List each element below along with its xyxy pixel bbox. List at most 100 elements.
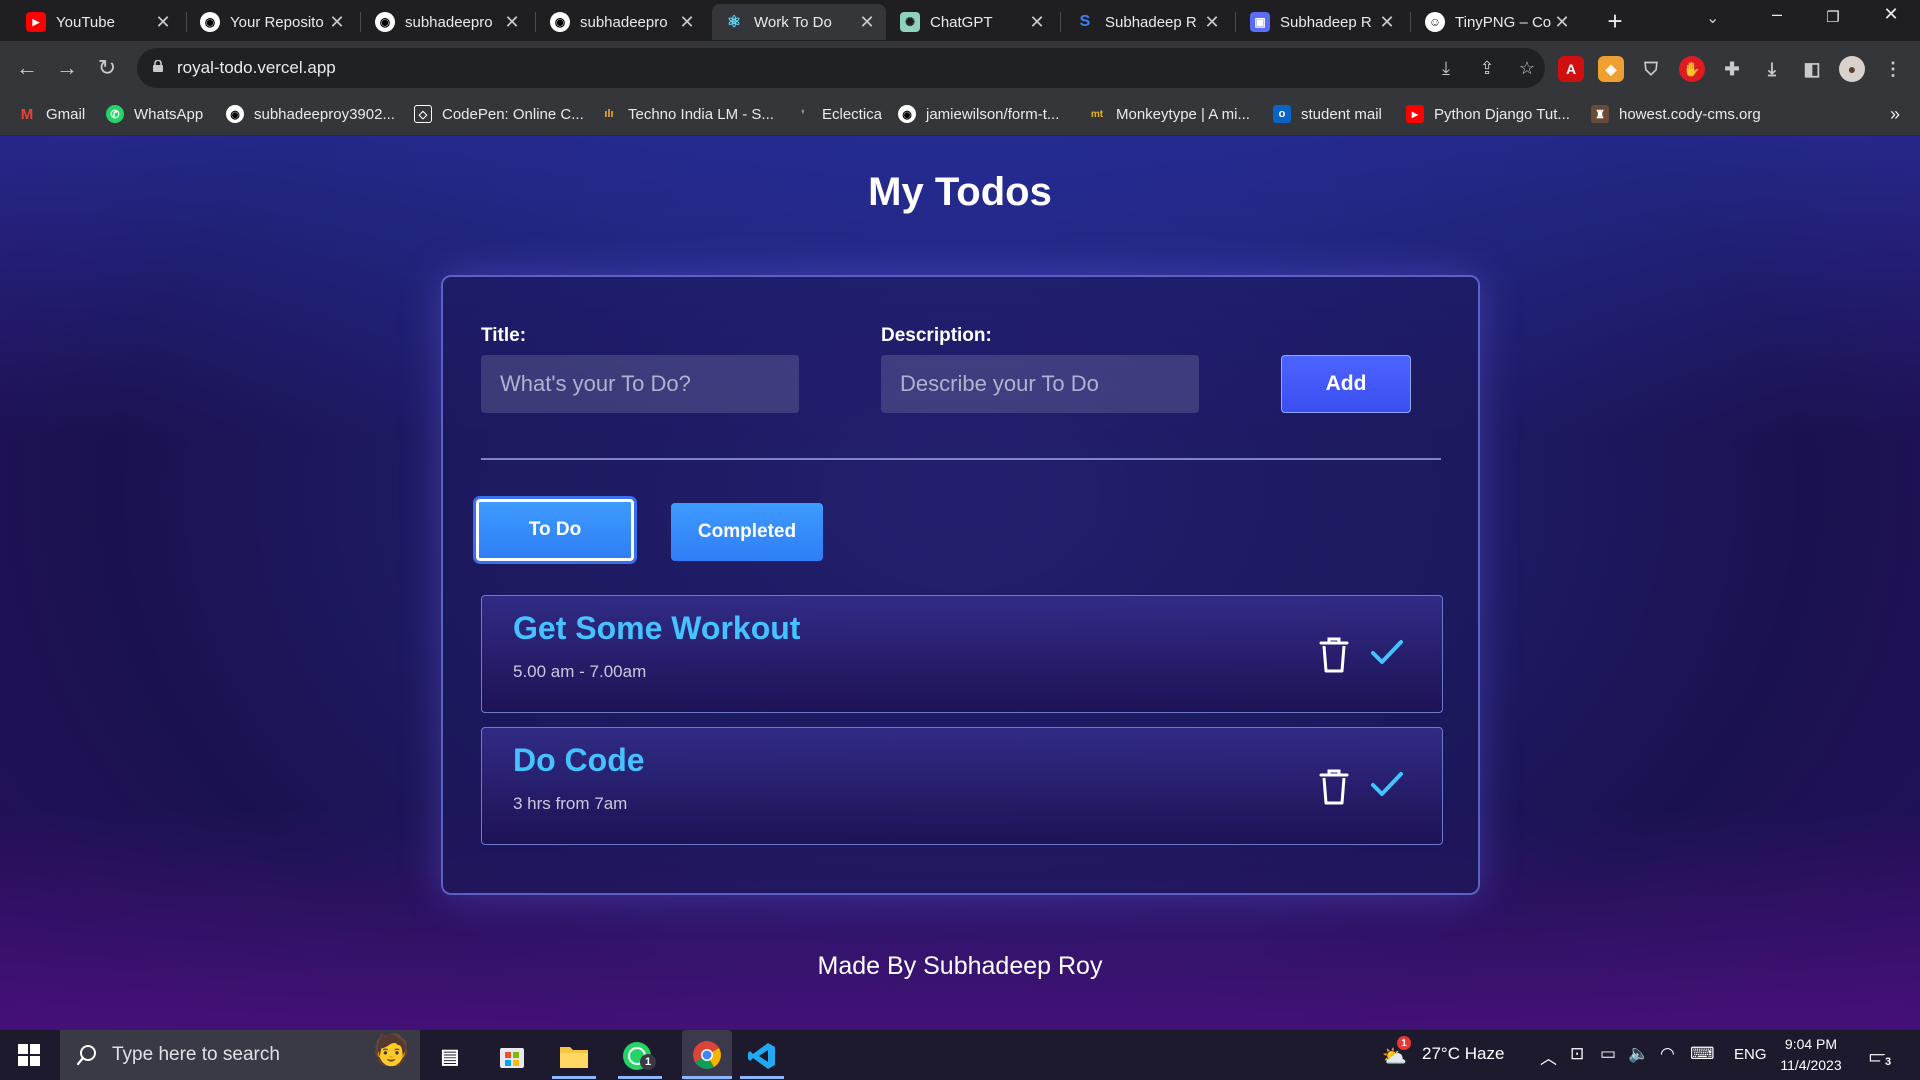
task-view-icon[interactable]: ▤ xyxy=(432,1038,468,1074)
bookmark-star-icon[interactable]: ☆ xyxy=(1515,58,1539,79)
url-text[interactable]: royal-todo.vercel.app xyxy=(177,58,336,78)
tab-title: Subhadeep R xyxy=(1280,13,1372,31)
clock-time: 9:04 PM xyxy=(1784,1036,1838,1052)
description-label: Description: xyxy=(881,325,992,346)
close-tab-icon[interactable]: ✕ xyxy=(678,12,696,33)
back-icon[interactable]: ← xyxy=(12,53,42,83)
bookmark-monkeytype[interactable]: mt Monkeytype | A mi... xyxy=(1088,105,1250,123)
bookmark-label: Python Django Tut... xyxy=(1434,105,1570,123)
windows-start-icon[interactable] xyxy=(18,1044,40,1066)
tab-title: YouTube xyxy=(56,13,115,31)
bookmark-eclectica[interactable]: ❜ Eclectica xyxy=(794,105,882,123)
youtube-icon: ▶ xyxy=(1406,105,1424,123)
network-icon[interactable]: ⊡ xyxy=(1570,1044,1584,1064)
tab-title: Work To Do xyxy=(754,13,832,31)
adblock-icon[interactable]: ✋ xyxy=(1679,56,1705,82)
tab-separator xyxy=(1060,12,1061,32)
close-tab-icon[interactable]: ✕ xyxy=(503,12,521,33)
bookmark-techno-india[interactable]: ılı Techno India LM - S... xyxy=(600,105,774,123)
close-tab-icon[interactable]: ✕ xyxy=(1378,12,1396,33)
forward-icon[interactable]: → xyxy=(52,53,82,83)
minimize-icon[interactable]: – xyxy=(1752,4,1802,25)
bookmark-howest-cody[interactable]: ♜ howest.cody-cms.org xyxy=(1591,105,1761,123)
adobe-acrobat-icon[interactable]: A xyxy=(1558,56,1584,82)
add-button[interactable]: Add xyxy=(1281,355,1411,413)
shield-icon[interactable]: ⛉ xyxy=(1638,56,1664,82)
close-tab-icon[interactable]: ✕ xyxy=(154,12,172,33)
window-close-icon[interactable]: ✕ xyxy=(1866,4,1916,25)
bookmark-label: CodePen: Online C... xyxy=(442,105,584,123)
extension-orange-icon[interactable]: ◈ xyxy=(1598,56,1624,82)
todo-description: 3 hrs from 7am xyxy=(513,794,628,813)
browser-tab-github-profile-2[interactable]: ◉ subhadeepro ✕ xyxy=(538,4,706,40)
taskbar-search-box[interactable]: Type here to search 🧑 xyxy=(60,1030,420,1080)
microsoft-store-icon[interactable] xyxy=(494,1038,530,1074)
profile-avatar[interactable]: ● xyxy=(1839,56,1865,82)
bookmark-whatsapp[interactable]: ✆ WhatsApp xyxy=(106,105,203,123)
close-tab-icon[interactable]: ✕ xyxy=(328,12,346,33)
keyboard-icon[interactable]: ⌨ xyxy=(1690,1044,1715,1064)
address-bar[interactable]: royal-todo.vercel.app ⤓ ⇪ ☆ xyxy=(137,48,1545,88)
close-tab-icon[interactable]: ✕ xyxy=(1028,12,1046,33)
check-icon[interactable] xyxy=(1370,770,1404,798)
browser-tab-tinypng[interactable]: ☺ TinyPNG – Co ✕ xyxy=(1413,4,1581,40)
close-tab-icon[interactable]: ✕ xyxy=(1553,12,1571,33)
lock-icon[interactable] xyxy=(153,60,163,72)
tab-separator xyxy=(1235,12,1236,32)
todo-item: Do Code 3 hrs from 7am xyxy=(481,727,1443,845)
trash-icon[interactable] xyxy=(1315,634,1353,674)
bookmark-github-subhadeeproy[interactable]: ◉ subhadeeproy3902... xyxy=(226,105,395,123)
clock[interactable]: 9:04 PM 11/4/2023 xyxy=(1776,1034,1846,1076)
browser-tab-github-profile[interactable]: ◉ subhadeepro ✕ xyxy=(363,4,531,40)
browser-tab-subhadeep-2[interactable]: ▣ Subhadeep R ✕ xyxy=(1238,4,1406,40)
close-tab-icon[interactable]: ✕ xyxy=(1203,12,1221,33)
downloads-icon[interactable]: ⤓ xyxy=(1759,56,1785,82)
search-placeholder: Type here to search xyxy=(112,1044,280,1065)
title-input[interactable] xyxy=(481,355,799,413)
restore-icon[interactable]: ❐ xyxy=(1808,8,1858,26)
vscode-taskbar-icon[interactable] xyxy=(744,1038,780,1074)
side-panel-icon[interactable]: ◧ xyxy=(1799,56,1825,82)
tab-search-chevron-icon[interactable]: ⌄ xyxy=(1706,8,1719,28)
tab-separator xyxy=(360,12,361,32)
bookmark-codepen[interactable]: ◇ CodePen: Online C... xyxy=(414,105,584,123)
techno-india-icon: ılı xyxy=(604,108,614,120)
search-highlight-icon: 🧑 xyxy=(372,1034,410,1067)
bookmark-github-jamiewilson[interactable]: ◉ jamiewilson/form-t... xyxy=(898,105,1059,123)
youtube-icon: ▶ xyxy=(26,12,46,32)
title-label: Title: xyxy=(481,325,527,346)
browser-tab-subhadeep-1[interactable]: S Subhadeep R ✕ xyxy=(1063,4,1231,40)
bookmark-gmail[interactable]: M Gmail xyxy=(18,105,85,123)
install-app-icon[interactable]: ⤓ xyxy=(1434,58,1458,79)
volume-icon[interactable]: 🔈 xyxy=(1628,1044,1649,1064)
browser-tab-github-repos[interactable]: ◉ Your Reposito ✕ xyxy=(188,4,356,40)
file-explorer-icon[interactable] xyxy=(556,1038,592,1074)
reload-icon[interactable]: ↻ xyxy=(92,53,122,83)
trash-icon[interactable] xyxy=(1315,766,1353,806)
extensions-puzzle-icon[interactable]: ✚ xyxy=(1719,56,1745,82)
chrome-taskbar-icon[interactable] xyxy=(682,1030,732,1080)
tab-to-do[interactable]: To Do xyxy=(476,499,634,561)
react-icon: ⚛ xyxy=(726,14,742,31)
browser-tab-chatgpt[interactable]: ✺ ChatGPT ✕ xyxy=(888,4,1056,40)
language-indicator[interactable]: ENG xyxy=(1734,1046,1767,1063)
bookmark-student-mail[interactable]: o student mail xyxy=(1273,105,1382,123)
description-input[interactable] xyxy=(881,355,1199,413)
codepen-icon: ◇ xyxy=(414,105,432,123)
notification-count-badge: 3 xyxy=(1880,1054,1896,1070)
browser-tab-work-to-do[interactable]: ⚛ Work To Do ✕ xyxy=(712,4,886,40)
share-icon[interactable]: ⇪ xyxy=(1475,58,1499,79)
browser-menu-icon[interactable]: ⋮ xyxy=(1880,56,1906,82)
bookmark-python-django[interactable]: ▶ Python Django Tut... xyxy=(1406,105,1570,123)
battery-icon[interactable]: ▭ xyxy=(1600,1044,1616,1064)
weather-text[interactable]: 27°C Haze xyxy=(1422,1044,1504,1064)
close-tab-icon[interactable]: ✕ xyxy=(858,12,876,33)
chrome-active-indicator xyxy=(682,1076,732,1079)
tab-completed[interactable]: Completed xyxy=(671,503,823,561)
browser-tab-youtube[interactable]: ▶ YouTube ✕ xyxy=(14,4,182,40)
new-tab-icon[interactable]: + xyxy=(1600,6,1630,37)
wifi-icon[interactable]: ◠ xyxy=(1660,1044,1675,1064)
more-bookmarks-icon[interactable]: » xyxy=(1890,104,1900,125)
check-icon[interactable] xyxy=(1370,638,1404,666)
show-hidden-icons-icon[interactable]: ︿ xyxy=(1540,1044,1557,1069)
